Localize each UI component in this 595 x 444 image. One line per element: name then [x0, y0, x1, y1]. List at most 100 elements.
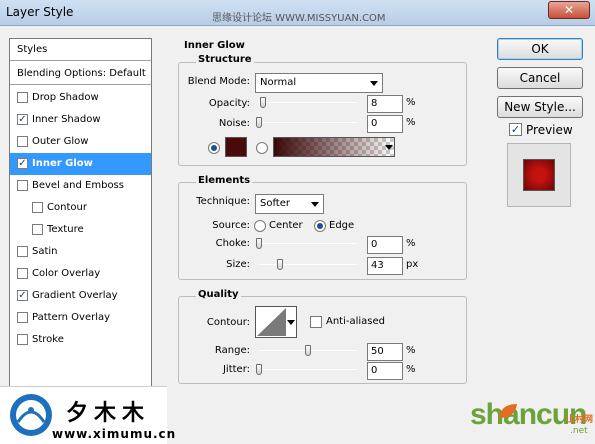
opacity-field[interactable]: 8: [367, 95, 403, 113]
noise-field[interactable]: 0: [367, 115, 403, 133]
jitter-unit: %: [406, 364, 416, 375]
title-bar: Layer Style 思缘设计论坛 WWW.MISSYUAN.COM ✕: [0, 0, 595, 26]
chevron-down-icon: [287, 320, 295, 325]
style-item-label: Pattern Overlay: [32, 312, 111, 323]
size-slider-track[interactable]: [259, 264, 357, 265]
ok-button[interactable]: OK: [497, 38, 583, 60]
source-center-radio[interactable]: [254, 220, 266, 232]
watermark-text: 思缘设计论坛 WWW.MISSYUAN.COM: [212, 13, 386, 24]
style-item[interactable]: ✓ Inner Shadow: [10, 109, 151, 131]
style-item-label: Outer Glow: [32, 136, 89, 147]
ximumu-logo: 夕木木 www.ximumu.cn: [0, 386, 175, 444]
elements-title: Elements: [196, 175, 253, 186]
style-item-checkbox[interactable]: [17, 136, 28, 147]
technique-label: Technique:: [196, 196, 250, 207]
style-item-checkbox[interactable]: [17, 312, 28, 323]
style-item[interactable]: Texture: [10, 219, 151, 241]
choke-unit: %: [406, 238, 416, 249]
style-item-checkbox[interactable]: [17, 180, 28, 191]
ximumu-logo-icon: [10, 394, 52, 436]
style-item-checkbox[interactable]: ✓: [17, 114, 28, 125]
opacity-unit: %: [406, 97, 416, 108]
structure-title: Structure: [196, 54, 254, 65]
blend-mode-label: Blend Mode:: [187, 76, 250, 87]
style-item-label: Color Overlay: [32, 268, 101, 279]
style-item[interactable]: ✓ Gradient Overlay: [10, 285, 151, 307]
window-title: Layer Style: [6, 5, 74, 19]
technique-select[interactable]: Softer: [255, 194, 324, 214]
source-edge-radio[interactable]: [314, 220, 326, 232]
style-item[interactable]: Stroke: [10, 329, 151, 351]
contour-label: Contour:: [206, 317, 250, 328]
size-unit: px: [406, 259, 419, 270]
style-item-label: Stroke: [32, 334, 64, 345]
style-item[interactable]: ✓ Inner Glow: [10, 153, 151, 175]
blending-options-item[interactable]: Blending Options: Default: [10, 63, 151, 85]
style-item[interactable]: Bevel and Emboss: [10, 175, 151, 197]
size-label: Size:: [226, 259, 250, 270]
style-item[interactable]: Contour: [10, 197, 151, 219]
jitter-label: Jitter:: [222, 364, 250, 375]
source-label: Source:: [212, 220, 250, 231]
styles-panel: Styles Blending Options: Default Drop Sh…: [9, 38, 152, 390]
styles-header[interactable]: Styles: [10, 39, 151, 61]
brand-sub: .net: [570, 426, 588, 436]
jitter-slider-thumb[interactable]: [256, 364, 262, 375]
range-label: Range:: [214, 345, 250, 356]
brand-cn: 山村网: [566, 415, 594, 425]
style-item-checkbox[interactable]: [17, 92, 28, 103]
noise-slider-track[interactable]: [259, 122, 357, 123]
style-item[interactable]: Satin: [10, 241, 151, 263]
size-slider-thumb[interactable]: [277, 259, 283, 270]
size-field[interactable]: 43: [367, 257, 403, 275]
leaf-icon: [499, 404, 517, 418]
style-item[interactable]: Pattern Overlay: [10, 307, 151, 329]
anti-aliased-label: Anti-aliased: [326, 316, 386, 327]
section-title: Inner Glow: [184, 40, 245, 51]
opacity-slider-track[interactable]: [259, 102, 357, 103]
opacity-slider-thumb[interactable]: [260, 97, 266, 108]
gradient-radio[interactable]: [256, 142, 268, 154]
cancel-button[interactable]: Cancel: [497, 67, 583, 89]
style-item-label: Bevel and Emboss: [32, 180, 124, 191]
style-item-checkbox[interactable]: [17, 246, 28, 257]
blend-mode-select[interactable]: Normal: [255, 73, 383, 93]
chevron-down-icon: [370, 81, 378, 86]
noise-slider-thumb[interactable]: [256, 117, 262, 128]
style-item[interactable]: Color Overlay: [10, 263, 151, 285]
style-item[interactable]: Outer Glow: [10, 131, 151, 153]
gradient-picker[interactable]: [273, 137, 395, 157]
close-button[interactable]: ✕: [548, 1, 590, 19]
style-item-checkbox[interactable]: [32, 202, 43, 213]
choke-slider-track[interactable]: [259, 243, 357, 244]
preview-checkbox[interactable]: ✓: [509, 123, 522, 136]
style-item[interactable]: Drop Shadow: [10, 87, 151, 109]
glow-color-swatch[interactable]: [225, 137, 247, 157]
range-slider-thumb[interactable]: [305, 345, 311, 356]
new-style-button[interactable]: New Style...: [497, 96, 583, 118]
style-item-label: Gradient Overlay: [32, 290, 118, 301]
source-center-label: Center: [269, 220, 303, 231]
style-item-checkbox[interactable]: [17, 268, 28, 279]
style-item-checkbox[interactable]: [17, 334, 28, 345]
range-field[interactable]: 50: [367, 343, 403, 361]
style-item-checkbox[interactable]: ✓: [17, 290, 28, 301]
style-item-checkbox[interactable]: [32, 224, 43, 235]
chevron-down-icon: [311, 202, 319, 207]
blend-mode-value: Normal: [260, 77, 297, 88]
solid-color-radio[interactable]: [208, 142, 220, 154]
choke-field[interactable]: 0: [367, 236, 403, 254]
style-item-checkbox[interactable]: ✓: [17, 158, 28, 169]
jitter-slider-track[interactable]: [259, 369, 357, 370]
style-item-label: Inner Shadow: [32, 114, 101, 125]
choke-label: Choke:: [215, 238, 250, 249]
contour-picker[interactable]: [255, 306, 297, 338]
preview-box: [507, 143, 571, 207]
opacity-label: Opacity:: [208, 98, 250, 109]
jitter-field[interactable]: 0: [367, 362, 403, 380]
noise-unit: %: [406, 117, 416, 128]
style-item-label: Inner Glow: [32, 158, 93, 169]
anti-aliased-checkbox[interactable]: [310, 316, 322, 328]
contour-linear-icon: [257, 308, 286, 336]
choke-slider-thumb[interactable]: [256, 238, 262, 249]
